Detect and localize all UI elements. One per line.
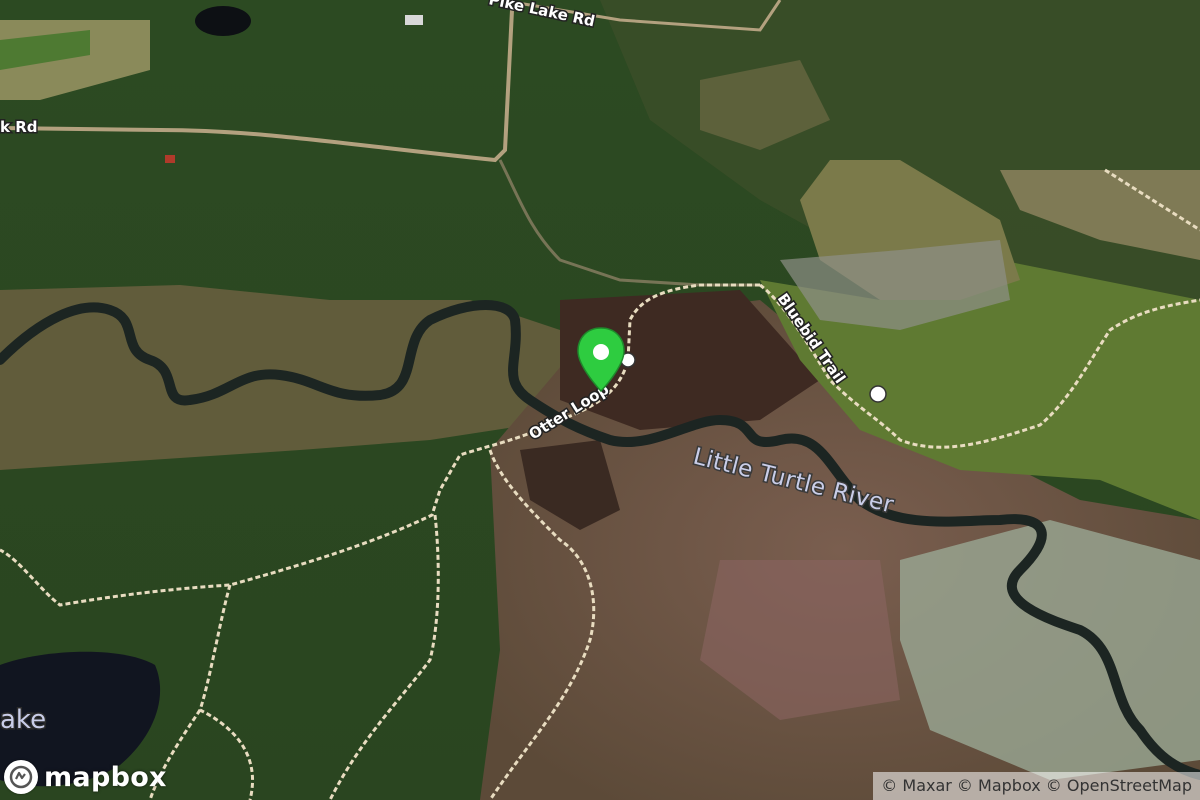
mapbox-logo-icon (4, 760, 38, 794)
label-bluebird-trail: Bluebid Trail (774, 290, 849, 387)
map-labels: Pike Lake Rd k Rd Bluebid Trail Otter Lo… (0, 0, 898, 737)
label-k-rd: k Rd (0, 118, 38, 136)
label-pike-lake-rd: Pike Lake Rd (487, 0, 596, 30)
trail-endpoint-bluebird[interactable] (869, 385, 887, 403)
map-attribution[interactable]: © Maxar © Mapbox © OpenStreetMap (873, 772, 1200, 800)
map-pin-icon[interactable] (575, 325, 627, 395)
mapbox-logo[interactable]: mapbox (4, 760, 167, 794)
map-canvas[interactable]: Pike Lake Rd k Rd Bluebid Trail Otter Lo… (0, 0, 1200, 800)
label-little-turtle-river: Little Turtle River (691, 444, 897, 519)
label-lake: ake (0, 705, 46, 735)
mapbox-logo-text: mapbox (44, 761, 167, 793)
